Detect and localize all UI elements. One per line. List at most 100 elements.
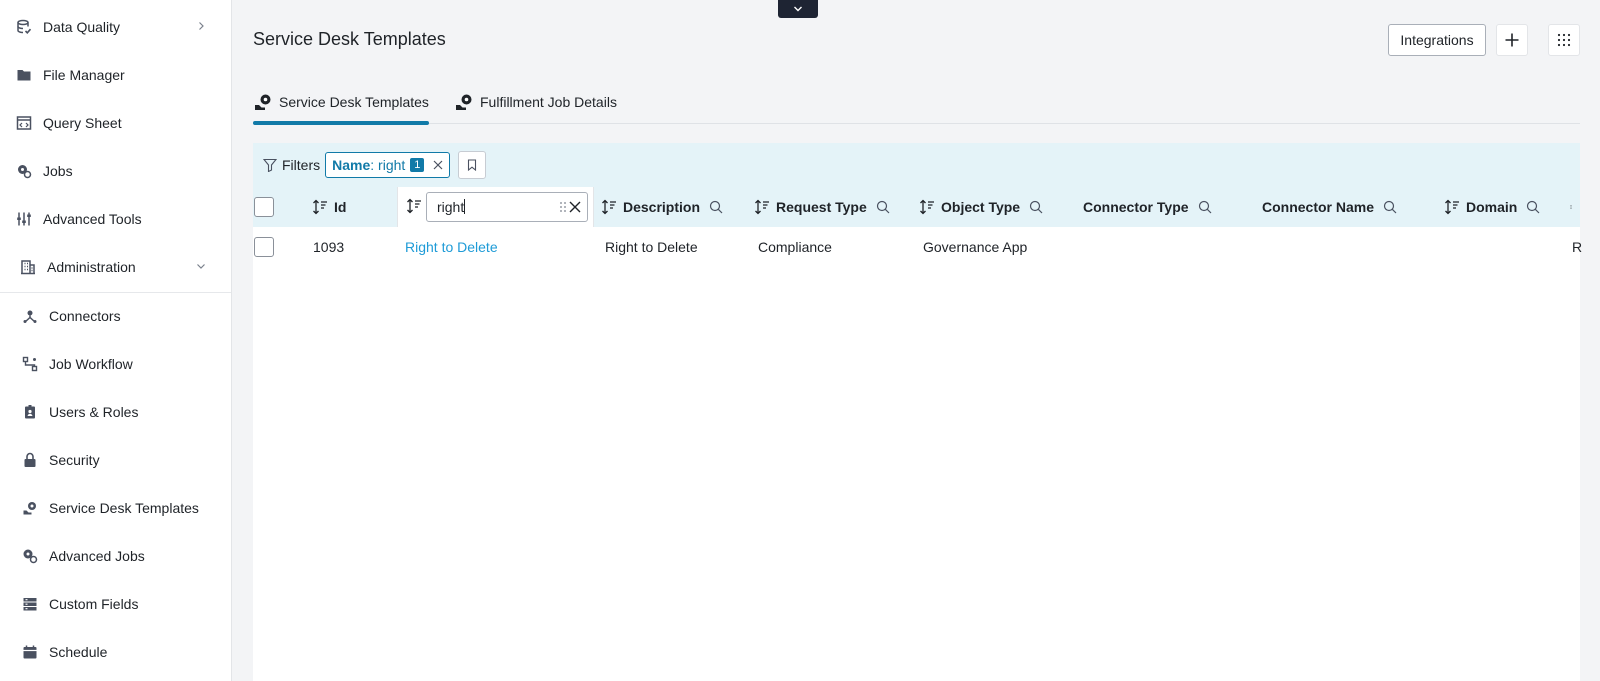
- search-icon[interactable]: [1526, 200, 1540, 214]
- cell-object-type: Governance App: [923, 239, 1028, 255]
- connectors-icon: [21, 307, 39, 325]
- column-label: Object Type: [941, 199, 1021, 215]
- filter-chip-key: Name: [332, 157, 371, 173]
- badge-icon: [21, 403, 39, 421]
- sidebar-item-label: Job Workflow: [49, 356, 133, 372]
- sidebar-item-file-manager[interactable]: File Manager: [0, 55, 231, 95]
- sidebar-item-data-quality[interactable]: Data Quality: [0, 7, 231, 47]
- sidebar-item-custom-fields[interactable]: Custom Fields: [0, 584, 231, 624]
- sort-icon: [313, 199, 327, 215]
- chevron-down-icon: [197, 264, 205, 269]
- filter-chip-value: : right: [370, 157, 406, 173]
- sort-icon: [602, 199, 616, 215]
- column-header-id[interactable]: Id: [312, 187, 346, 227]
- search-icon[interactable]: [709, 200, 723, 214]
- save-filter-button[interactable]: [458, 151, 487, 179]
- column-label: Request Type: [776, 199, 867, 215]
- grid-icon: [1557, 33, 1571, 47]
- table-header: Id right Description Request Type Object…: [253, 187, 1580, 227]
- sidebar-item-schedule[interactable]: Schedule: [0, 632, 231, 672]
- drag-handle-icon[interactable]: [559, 201, 567, 213]
- filters-label: Filters: [282, 157, 321, 173]
- service-template-icon: [456, 94, 472, 110]
- sidebar-item-label: Advanced Tools: [43, 211, 142, 227]
- integrations-button[interactable]: Integrations: [1388, 24, 1486, 56]
- tab-service-desk-templates[interactable]: Service Desk Templates: [253, 80, 429, 125]
- sidebar-item-label: Schedule: [49, 644, 108, 660]
- cell-description: Right to Delete: [605, 239, 698, 255]
- filter-bar: Filters Name : right 1: [253, 143, 1580, 187]
- tab-bar: Service Desk Templates Fulfillment Job D…: [253, 80, 1580, 125]
- sidebar-item-label: Security: [49, 452, 100, 468]
- jobs-icon: [15, 162, 33, 180]
- sidebar-item-security[interactable]: Security: [0, 440, 231, 480]
- sidebar-divider: [0, 292, 231, 293]
- column-header-request-type[interactable]: Request Type: [754, 187, 890, 227]
- folder-icon: [15, 66, 33, 84]
- column-header-domain[interactable]: Domain: [1444, 187, 1540, 227]
- code-sheet-icon: [15, 114, 33, 132]
- filter-chip-count: 1: [410, 158, 425, 172]
- select-all-checkbox[interactable]: [254, 197, 274, 217]
- sidebar-item-service-desk-templates[interactable]: Service Desk Templates: [0, 488, 231, 528]
- table-panel: Filters Name : right 1 Id right Descript…: [253, 143, 1583, 681]
- search-icon[interactable]: [1383, 200, 1397, 214]
- custom-fields-icon: [21, 595, 39, 613]
- column-header-description[interactable]: Description: [601, 187, 723, 227]
- name-search-input[interactable]: right: [426, 192, 588, 222]
- sidebar-item-query-sheet[interactable]: Query Sheet: [0, 103, 231, 143]
- column-header-connector-type[interactable]: Connector Type: [1083, 187, 1212, 227]
- sidebar-item-advanced-jobs[interactable]: Advanced Jobs: [0, 536, 231, 576]
- column-header-overflow[interactable]: [1570, 187, 1580, 227]
- apps-menu-button[interactable]: [1548, 24, 1580, 56]
- column-header-object-type[interactable]: Object Type: [919, 187, 1043, 227]
- chevron-right-icon: [199, 22, 204, 30]
- filters-button[interactable]: Filters: [263, 157, 320, 173]
- column-label: Domain: [1466, 199, 1518, 215]
- sidebar-item-label: Custom Fields: [49, 596, 139, 612]
- sidebar-item-label: Advanced Jobs: [49, 548, 145, 564]
- sidebar-item-job-workflow[interactable]: Job Workflow: [0, 344, 231, 384]
- sidebar-item-label: Administration: [47, 259, 136, 275]
- filter-icon: [263, 158, 277, 172]
- data-quality-icon: [15, 18, 33, 36]
- column-label: Connector Name: [1262, 199, 1375, 215]
- sidebar-item-jobs[interactable]: Jobs: [0, 151, 231, 191]
- add-button[interactable]: [1496, 24, 1528, 56]
- tab-label: Service Desk Templates: [279, 94, 429, 110]
- column-label: Connector Type: [1083, 199, 1189, 215]
- advanced-jobs-icon: [21, 547, 39, 565]
- cell-overflow: R: [1572, 239, 1583, 255]
- close-icon[interactable]: [569, 201, 581, 213]
- search-icon[interactable]: [1029, 200, 1043, 214]
- close-icon[interactable]: [433, 160, 443, 170]
- table-row[interactable]: 1093 Right to Delete Right to Delete Com…: [253, 227, 1583, 267]
- search-icon[interactable]: [876, 200, 890, 214]
- bookmark-icon: [468, 159, 477, 171]
- tab-fulfillment-job-details[interactable]: Fulfillment Job Details: [454, 80, 617, 124]
- cell-name-link[interactable]: Right to Delete: [405, 239, 498, 255]
- search-icon[interactable]: [1198, 200, 1212, 214]
- workflow-icon: [21, 355, 39, 373]
- column-label: Id: [334, 199, 347, 215]
- column-label: Description: [623, 199, 701, 215]
- service-template-icon: [21, 499, 39, 517]
- filter-chip-name[interactable]: Name : right 1: [325, 152, 451, 178]
- sort-icon: [1570, 205, 1572, 209]
- name-search-value: right: [437, 199, 465, 215]
- sidebar-item-advanced-tools[interactable]: Advanced Tools: [0, 199, 231, 239]
- sort-icon: [1445, 199, 1459, 215]
- row-checkbox[interactable]: [254, 237, 274, 257]
- lock-icon: [21, 451, 39, 469]
- tab-label: Fulfillment Job Details: [480, 94, 617, 110]
- page-title: Service Desk Templates: [253, 29, 446, 49]
- sort-icon: [407, 198, 421, 214]
- column-header-connector-name[interactable]: Connector Name: [1262, 187, 1397, 227]
- collapse-header-toggle[interactable]: [778, 0, 818, 18]
- chevron-down-icon: [794, 6, 802, 12]
- sidebar-item-administration[interactable]: Administration: [0, 247, 231, 287]
- column-header-name[interactable]: right: [397, 187, 594, 227]
- sidebar-item-label: Jobs: [43, 163, 73, 179]
- sidebar-item-connectors[interactable]: Connectors: [0, 296, 231, 336]
- sidebar-item-users-roles[interactable]: Users & Roles: [0, 392, 231, 432]
